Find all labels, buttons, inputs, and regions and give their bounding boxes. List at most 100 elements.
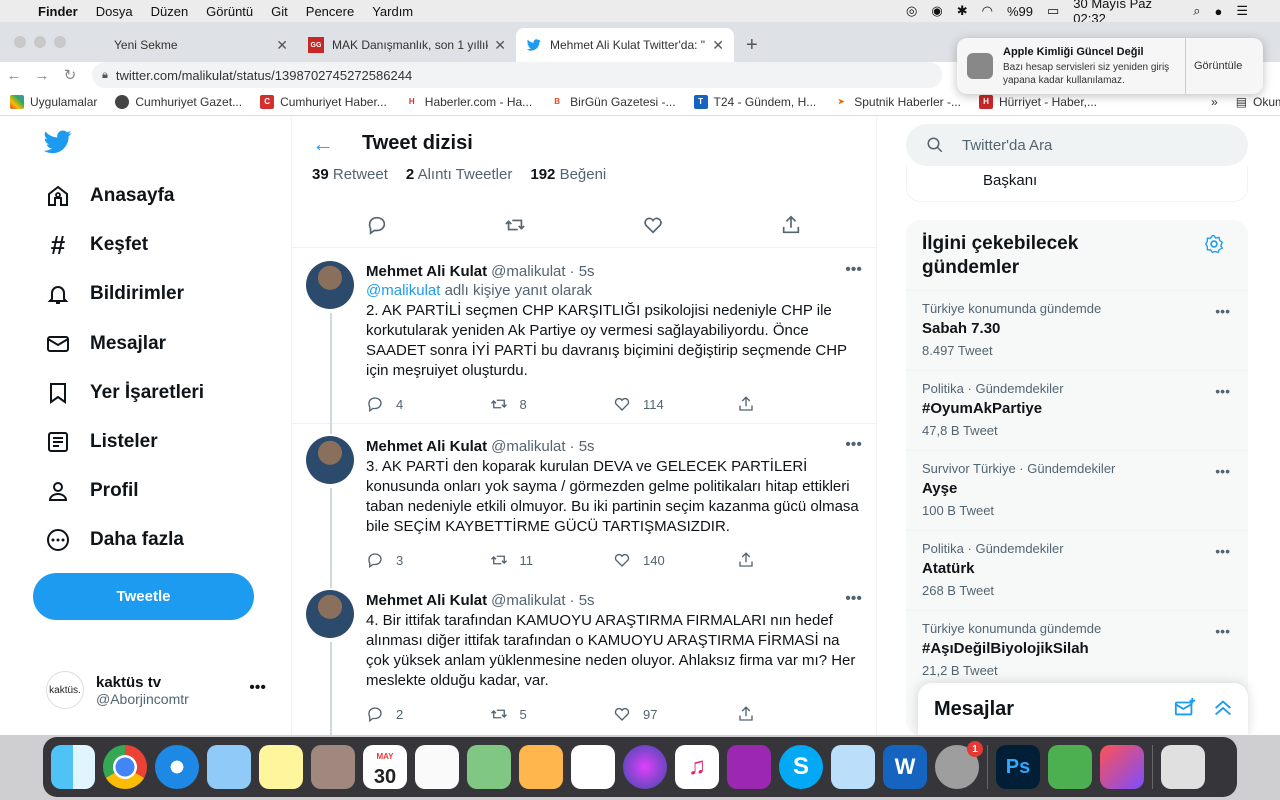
quote-stat[interactable]: 2 Alıntı Tweetler [406,166,512,183]
tweet-time[interactable]: · 5s [570,438,595,455]
trend-item[interactable]: Türkiye konumunda gündemde Sabah 7.30 8.49… [906,290,1248,370]
retweet-stat[interactable]: 39 Retweet [312,166,388,183]
bookmark-apps[interactable]: Uygulamalar [10,94,97,109]
new-tab-button[interactable]: + [734,28,770,62]
contacts-icon[interactable] [311,745,355,789]
wifi-icon[interactable]: ◠ [982,3,993,19]
gear-icon[interactable] [1204,234,1224,254]
more-dots-icon[interactable]: ••• [1215,623,1230,639]
bookmark-cumhuriyet-gazete[interactable]: Cumhuriyet Gazet... [115,94,242,109]
system-preferences-icon[interactable]: 1 [935,741,983,789]
podcasts-icon[interactable] [727,745,771,789]
reminders-icon[interactable] [415,745,459,789]
like-action[interactable]: 97 [613,705,737,723]
bookmarks-overflow[interactable]: » [1211,95,1218,109]
reload-icon[interactable]: ↻ [56,66,84,84]
reply-action[interactable]: 4 [366,395,490,413]
url-field[interactable]: 🔒︎ twitter.com/malikulat/status/13987027… [92,62,942,88]
close-tab-icon[interactable]: ✕ [276,37,288,54]
previous-card[interactable]: Başkanı [906,166,1248,202]
menu-git[interactable]: Git [271,4,288,19]
menu-goruntu[interactable]: Görüntü [206,4,253,19]
spotlight-icon[interactable]: ⌕ [1193,3,1200,19]
back-arrow-icon[interactable]: ← [312,131,362,157]
tweet-item[interactable]: ••• Mehmet Ali Kulat @malikulat · 5s 4. Bi… [292,578,878,735]
reply-action[interactable]: 2 [366,705,490,723]
nav-messages[interactable]: Mesajlar [46,332,166,356]
close-tab-icon[interactable]: ✕ [712,37,724,54]
menu-app[interactable]: Finder [38,4,78,19]
retweet-action[interactable]: 8 [490,395,614,413]
close-window-button[interactable] [14,36,26,48]
bookmark-t24[interactable]: T T24 - Gündem, H... [693,94,816,109]
nav-notifications[interactable]: Bildirimler [46,282,184,306]
author-name[interactable]: Mehmet Ali Kulat [366,592,487,609]
siri-icon[interactable] [623,745,667,789]
pages-icon[interactable] [519,745,563,789]
share-action[interactable] [737,705,861,723]
avatar[interactable] [306,261,354,309]
creative-cloud-icon[interactable]: ◎ [906,3,917,19]
zoom-window-button[interactable] [54,36,66,48]
more-dots-icon[interactable]: ••• [1215,303,1230,319]
messages-drawer[interactable]: Mesajlar [918,683,1248,735]
new-message-icon[interactable] [1174,697,1196,719]
tab-mak[interactable]: GG MAK Danışmanlık, son 1 yıllık a ✕ [298,28,516,62]
forward-arrow-icon[interactable]: → [28,67,56,84]
minimize-window-button[interactable] [34,36,46,48]
menu-yardim[interactable]: Yardım [372,4,413,19]
trend-item[interactable]: Survivor Türkiye · Gündemdekiler Ayşe 100 … [906,450,1248,530]
author-handle[interactable]: @malikulat [491,592,565,609]
battery-text[interactable]: %99 [1007,4,1033,19]
music-icon[interactable]: ♫ [675,745,719,789]
safari-icon[interactable] [155,745,199,789]
author-name[interactable]: Mehmet Ali Kulat [366,263,487,280]
nav-lists[interactable]: Listeler [46,430,158,454]
twitter-logo-icon[interactable] [44,130,72,154]
nav-bookmarks[interactable]: Yer İşaretleri [46,381,204,405]
reply-icon[interactable] [366,214,388,236]
more-dots-icon[interactable]: ••• [1215,463,1230,479]
avatar[interactable] [306,436,354,484]
share-icon[interactable] [780,214,802,236]
creative-cloud-icon[interactable] [1100,745,1144,789]
retweet-action[interactable]: 11 [490,551,614,569]
share-action[interactable] [737,395,861,413]
reply-action[interactable]: 3 [366,551,490,569]
airdrop-icon[interactable]: ◉ [931,3,942,19]
author-name[interactable]: Mehmet Ali Kulat [366,438,487,455]
skype-icon[interactable]: S [779,745,823,789]
reading-list[interactable]: ▤ Okuma Listesi [1236,95,1280,109]
account-switcher[interactable]: kaktüs. kaktüs tv @Aborjincomtr ••• [46,671,276,709]
tweet-time[interactable]: · 5s [570,263,595,280]
tab-new[interactable]: Yeni Sekme ✕ [80,28,298,62]
retweet-action[interactable]: 5 [490,705,614,723]
trend-item[interactable]: Türkiye konumunda gündemde #AşıDeğilBiyol… [906,610,1248,690]
facetime-icon[interactable] [1048,745,1092,789]
bookmark-birgun[interactable]: B BirGün Gazetesi -... [550,94,676,109]
close-tab-icon[interactable]: ✕ [494,37,506,54]
more-dots-icon[interactable]: ••• [249,679,266,697]
search-input[interactable]: Twitter'da Ara [906,124,1248,166]
menu-dosya[interactable]: Dosya [96,4,133,19]
menu-pencere[interactable]: Pencere [306,4,354,19]
nav-profile[interactable]: Profil [46,479,139,503]
like-action[interactable]: 140 [613,551,737,569]
keynote-icon[interactable] [207,745,251,789]
back-arrow-icon[interactable]: ← [0,67,28,84]
author-handle[interactable]: @malikulat [491,263,565,280]
tweet-time[interactable]: · 5s [570,592,595,609]
control-center-icon[interactable]: ☰ [1236,3,1248,19]
bluetooth-icon[interactable]: ✱ [957,3,968,19]
avatar[interactable] [306,590,354,638]
notes-icon[interactable] [259,745,303,789]
share-action[interactable] [737,551,861,569]
maps-icon[interactable] [467,745,511,789]
numbers-icon[interactable] [571,745,615,789]
like-stat[interactable]: 192 Beğeni [530,166,606,183]
tab-twitter[interactable]: Mehmet Ali Kulat Twitter'da: "K ✕ [516,28,734,62]
menu-duzen[interactable]: Düzen [151,4,189,19]
tweet-button[interactable]: Tweetle [33,573,254,620]
more-dots-icon[interactable]: ••• [1215,383,1230,399]
tweet-item[interactable]: ••• Mehmet Ali Kulat @malikulat · 5s 3. AK… [292,424,878,578]
